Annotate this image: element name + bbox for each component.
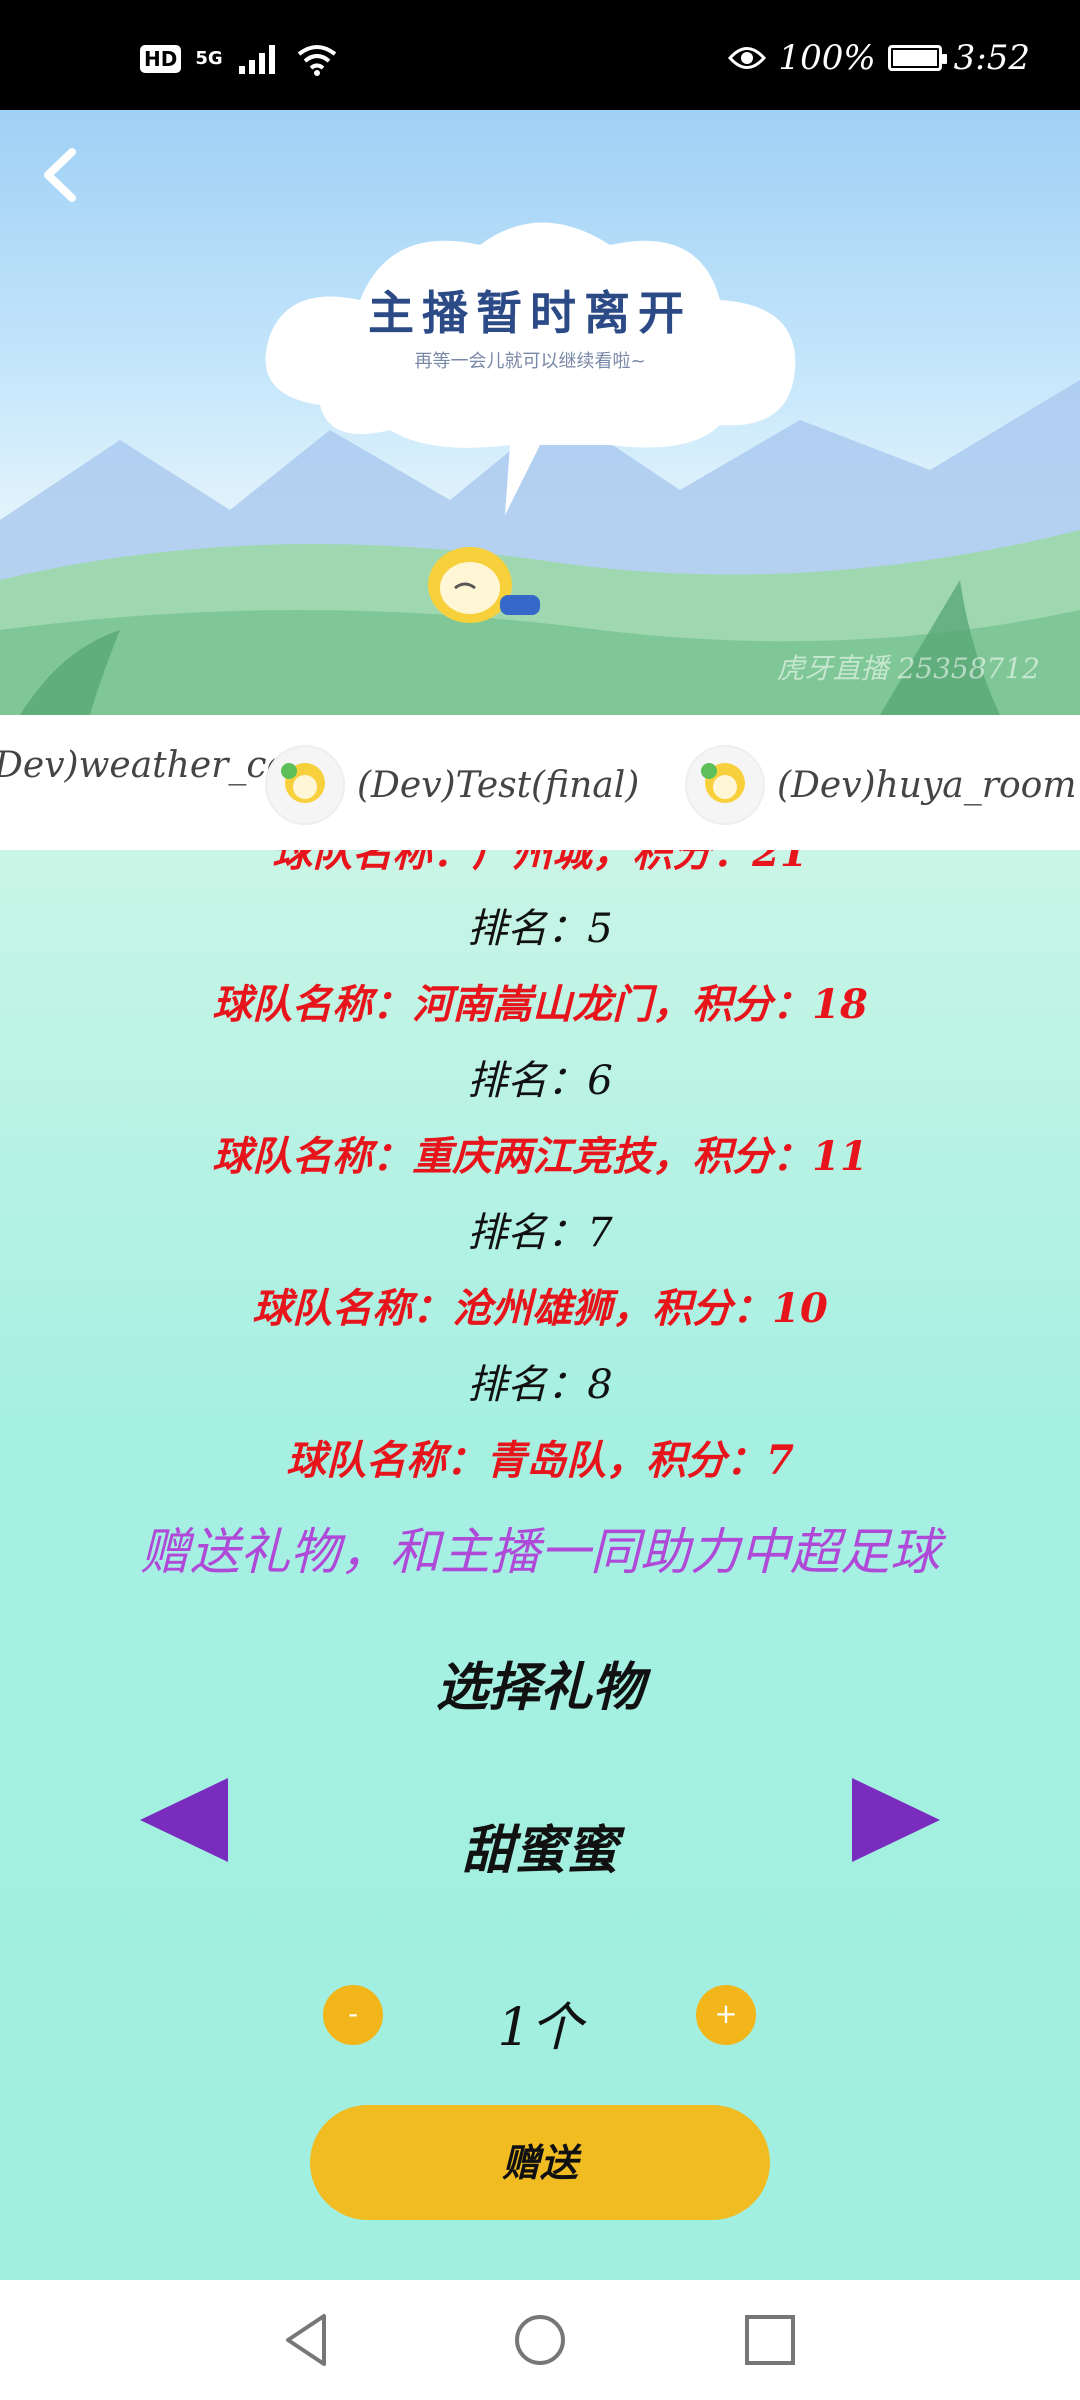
clock: 3:52: [953, 38, 1030, 78]
room-item[interactable]: (Dev)huya_room: [685, 745, 1076, 825]
team-score-line: 球队名称：沧州雄狮，积分：10: [252, 1285, 828, 1332]
next-gift-arrow-icon[interactable]: [850, 1770, 950, 1870]
team-score-line: 球队名称：广州城，积分：21: [272, 850, 808, 876]
rank-line: 排名：5: [467, 906, 613, 952]
tiger-avatar: [265, 745, 345, 825]
room-name: (Dev)weather_ce: [0, 745, 288, 786]
tiger-avatar: [685, 745, 765, 825]
team-score-line: 球队名称：重庆两江竞技，积分：11: [212, 1133, 868, 1180]
offline-title: 主播暂时离开: [368, 286, 692, 340]
wifi-icon: [297, 45, 336, 76]
battery-level: [892, 50, 937, 66]
rank-line: 排名：7: [467, 1210, 613, 1256]
battery-percent: 100%: [778, 38, 876, 78]
stream-watermark: 虎牙直播 25358712: [776, 652, 1040, 685]
main-content: 球队名称：广州城，积分：21 排名：5 球队名称：河南嵩山龙门，积分：18 排名：6 球…: [0, 850, 1080, 2280]
status-right: 100% 3:52: [728, 38, 1030, 78]
speech-cloud: 主播暂时离开 再等一会儿就可以继续看啦~: [250, 205, 810, 535]
rank-line: 排名：8: [467, 1362, 613, 1408]
rank-line: 排名：6: [467, 1058, 613, 1104]
back-arrow-icon[interactable]: [28, 140, 98, 210]
room-name: (Dev)Test(final): [357, 764, 640, 806]
nav-recents-icon[interactable]: [740, 2310, 800, 2370]
status-bar: HD 5G 100% 3:52: [0, 0, 1080, 110]
room-item[interactable]: (Dev)weather_ce: [0, 745, 288, 786]
stream-offline-banner: 主播暂时离开 再等一会儿就可以继续看啦~ 虎牙直播 25358712: [0, 110, 1080, 715]
nav-back-icon[interactable]: [278, 2310, 338, 2370]
choose-gift-title: 选择礼物: [435, 1657, 644, 1718]
status-left: HD 5G: [140, 42, 339, 76]
network-type: 5G: [195, 48, 223, 69]
gift-promo-text: 赠送礼物，和主播一同助力中超足球: [140, 1523, 940, 1581]
eye-icon: [728, 47, 767, 69]
system-nav-bar: [0, 2280, 1080, 2400]
hd-badge: HD: [140, 45, 182, 73]
ranking-list: 球队名称：广州城，积分：21 排名：5 球队名称：河南嵩山龙门，积分：18 排名：6 球…: [0, 850, 1080, 1499]
nav-home-icon[interactable]: [510, 2310, 570, 2370]
room-name: (Dev)huya_room: [777, 764, 1077, 806]
offline-subtitle: 再等一会儿就可以继续看啦~: [414, 351, 646, 372]
increase-quantity-button[interactable]: +: [696, 1985, 756, 2045]
sleeping-tiger-mascot: [428, 547, 540, 623]
room-strip: (Dev)weather_ce (Dev)Test(final) (Dev)hu…: [0, 715, 1080, 850]
team-score-line: 球队名称：河南嵩山龙门，积分：18: [212, 981, 868, 1028]
team-score-line: 球队名称：青岛队，积分：7: [286, 1437, 794, 1484]
signal-icon: [238, 45, 275, 74]
room-item[interactable]: (Dev)Test(final): [265, 745, 639, 825]
gift-quantity: 1个: [497, 1998, 583, 2058]
battery-icon: [887, 45, 947, 71]
send-gift-button[interactable]: 赠送: [310, 2105, 770, 2220]
